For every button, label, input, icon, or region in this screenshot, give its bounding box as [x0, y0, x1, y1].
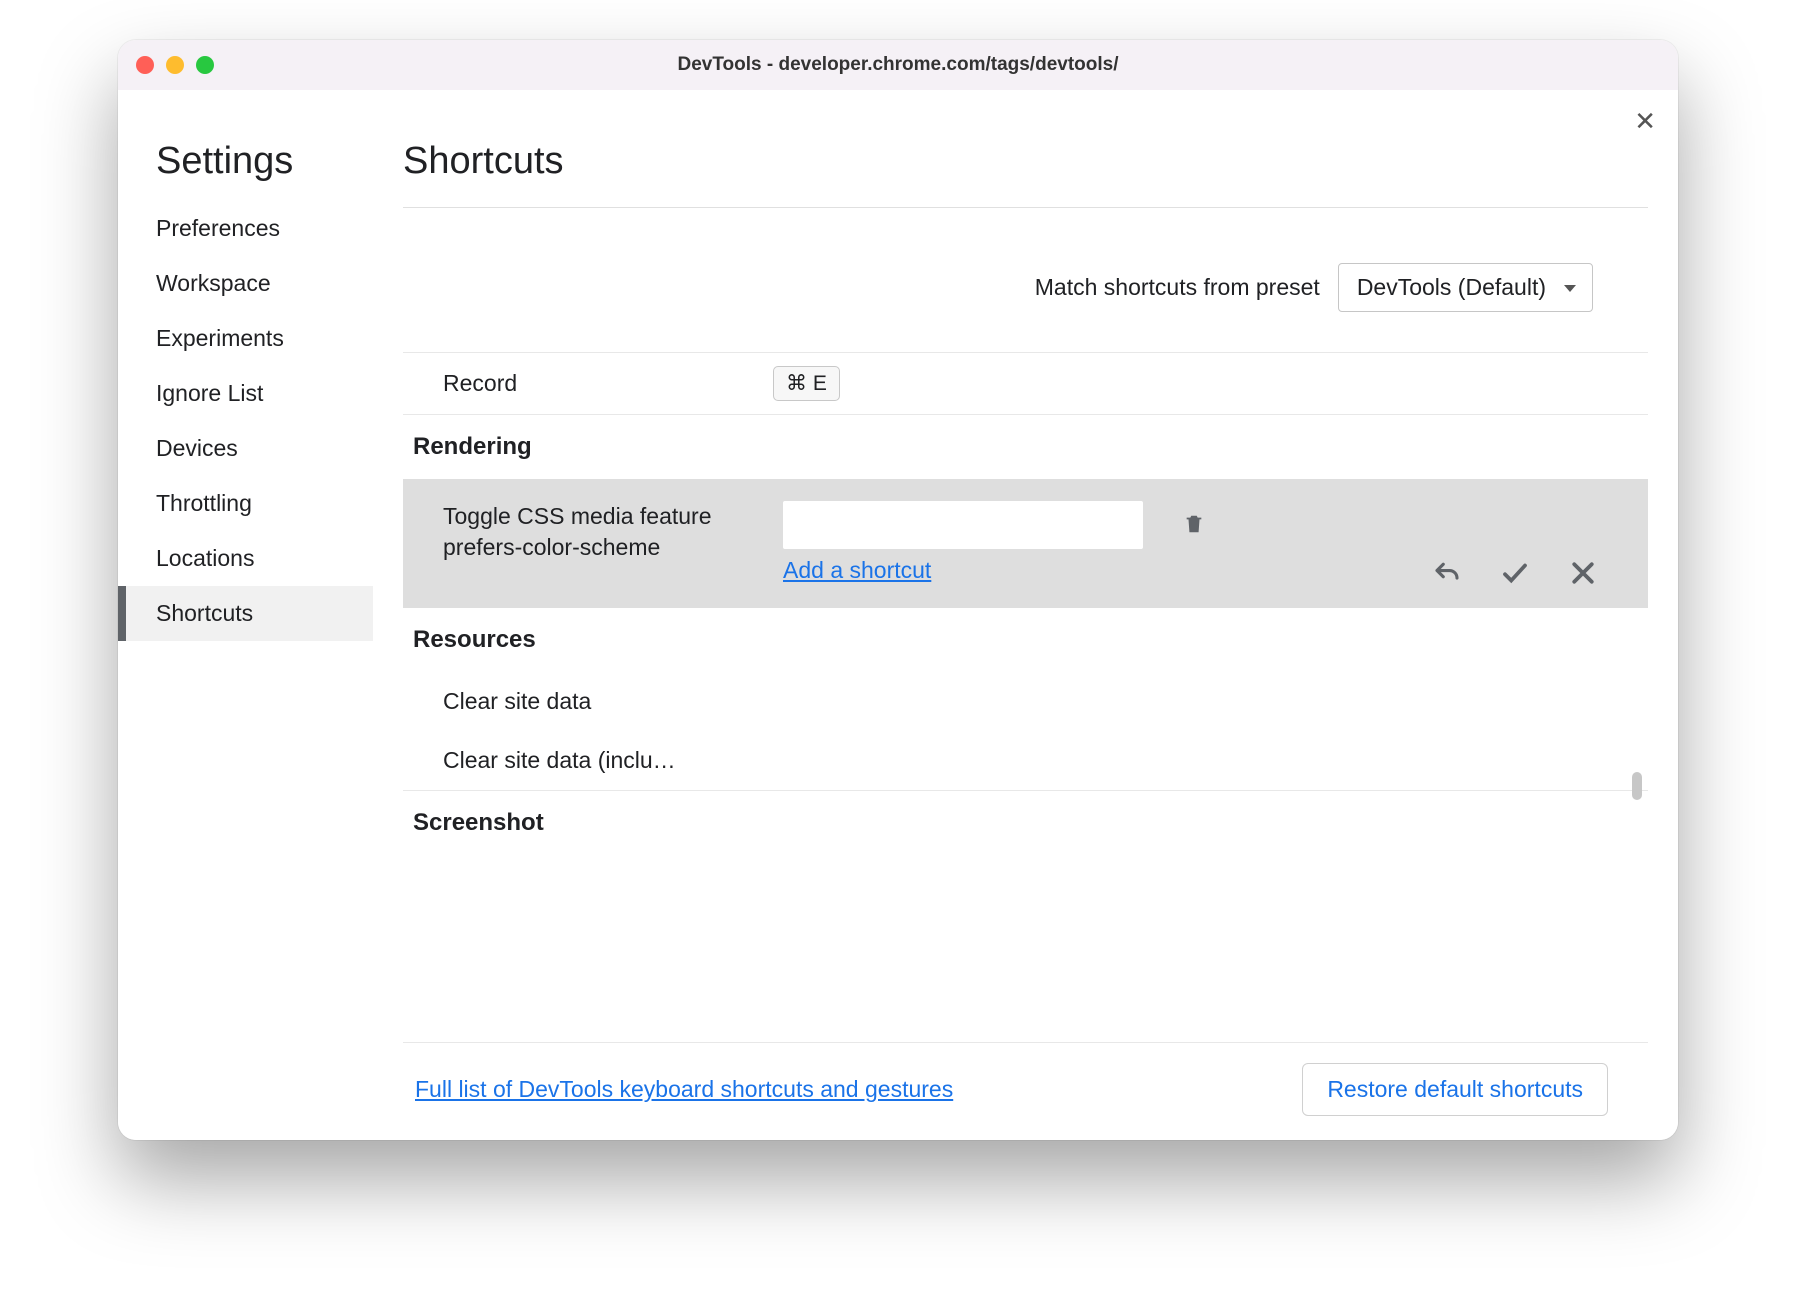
main-panel: Shortcuts Match shortcuts from preset De…: [373, 90, 1678, 1140]
sidebar-item-devices[interactable]: Devices: [118, 421, 373, 476]
shortcut-name: Record: [443, 370, 773, 397]
sidebar-item-experiments[interactable]: Experiments: [118, 311, 373, 366]
scrollbar-thumb[interactable]: [1632, 772, 1642, 800]
shortcut-row-record[interactable]: Record ⌘ E: [403, 352, 1648, 414]
content: ✕ Settings Preferences Workspace Experim…: [118, 90, 1678, 1140]
settings-sidebar: Settings Preferences Workspace Experimen…: [118, 90, 373, 1140]
preset-row: Match shortcuts from preset DevTools (De…: [403, 208, 1648, 352]
restore-defaults-button[interactable]: Restore default shortcuts: [1302, 1063, 1608, 1116]
section-header-rendering: Rendering: [403, 414, 1648, 479]
section-header-resources: Resources: [403, 608, 1648, 672]
page-title: Shortcuts: [403, 140, 1648, 208]
window-title: DevTools - developer.chrome.com/tags/dev…: [118, 54, 1678, 76]
cancel-icon[interactable]: [1568, 558, 1598, 588]
sidebar-item-preferences[interactable]: Preferences: [118, 201, 373, 256]
full-list-link[interactable]: Full list of DevTools keyboard shortcuts…: [415, 1076, 953, 1103]
devtools-settings-window: DevTools - developer.chrome.com/tags/dev…: [118, 40, 1678, 1140]
sidebar-item-ignore-list[interactable]: Ignore List: [118, 366, 373, 421]
preset-select[interactable]: DevTools (Default): [1338, 263, 1593, 312]
titlebar: DevTools - developer.chrome.com/tags/dev…: [118, 40, 1678, 90]
shortcut-edit-row: Toggle CSS media feature prefers-color-s…: [403, 479, 1648, 608]
edit-actions: [1432, 558, 1598, 588]
sidebar-item-locations[interactable]: Locations: [118, 531, 373, 586]
shortcut-key: ⌘ E: [773, 366, 840, 401]
shortcut-input[interactable]: [783, 501, 1143, 549]
close-window-button[interactable]: [136, 56, 154, 74]
preset-value: DevTools (Default): [1357, 274, 1546, 301]
shortcuts-scroll[interactable]: Record ⌘ E Rendering Toggle CSS media fe…: [403, 352, 1648, 1042]
sidebar-title: Settings: [118, 140, 373, 201]
maximize-window-button[interactable]: [196, 56, 214, 74]
edit-shortcut-name: Toggle CSS media feature prefers-color-s…: [443, 501, 773, 563]
resource-item-clear-site-data[interactable]: Clear site data: [403, 672, 1648, 731]
traffic-lights: [136, 56, 214, 74]
footer: Full list of DevTools keyboard shortcuts…: [403, 1042, 1648, 1140]
preset-label: Match shortcuts from preset: [1035, 274, 1320, 301]
confirm-icon[interactable]: [1500, 558, 1530, 588]
minimize-window-button[interactable]: [166, 56, 184, 74]
sidebar-item-workspace[interactable]: Workspace: [118, 256, 373, 311]
sidebar-item-shortcuts[interactable]: Shortcuts: [118, 586, 373, 641]
resource-item-clear-site-data-including[interactable]: Clear site data (inclu…: [403, 731, 1648, 790]
undo-icon[interactable]: [1432, 558, 1462, 588]
sidebar-item-throttling[interactable]: Throttling: [118, 476, 373, 531]
add-shortcut-link[interactable]: Add a shortcut: [783, 557, 931, 584]
section-header-screenshot: Screenshot: [403, 790, 1648, 855]
delete-icon[interactable]: [1183, 511, 1205, 537]
